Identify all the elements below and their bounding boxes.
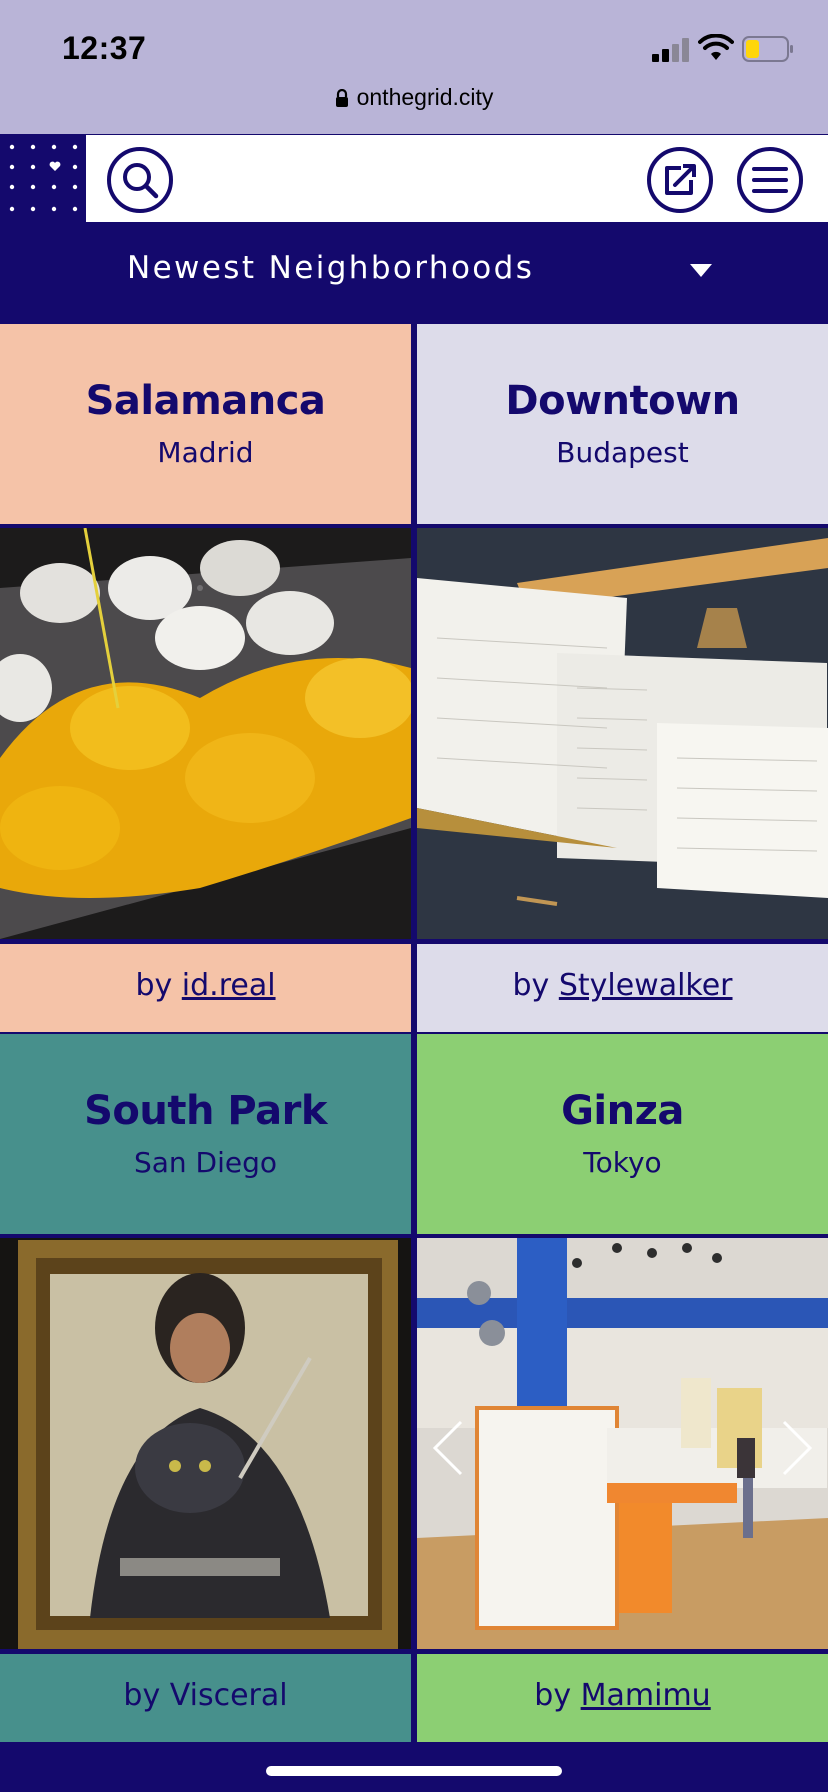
by-prefix: by: [512, 968, 559, 1003]
city-name: Madrid: [157, 436, 254, 469]
author-credit: by Stylewalker: [417, 944, 828, 1032]
neighborhood-grid: Salamanca Madrid by id.real Downtown Bud…: [0, 318, 828, 1752]
caret-down-icon: [690, 264, 712, 277]
notebooks-photo[interactable]: [417, 528, 828, 939]
chevron-left-icon[interactable]: [429, 1418, 465, 1478]
author-link[interactable]: Stylewalker: [559, 968, 733, 1003]
home-indicator[interactable]: [266, 1766, 562, 1776]
dotted-grid-heart-icon[interactable]: [0, 135, 86, 223]
site-header: [0, 134, 828, 223]
neighborhood-card-ginza[interactable]: Ginza Tokyo by Mamimu: [417, 1034, 828, 1742]
dessert-photo[interactable]: [0, 528, 411, 939]
neighborhood-name: Downtown: [505, 378, 740, 424]
search-button[interactable]: [107, 147, 173, 213]
neighborhood-card-downtown[interactable]: Downtown Budapest by Stylewalker: [417, 324, 828, 1032]
filter-label: Newest Neighborhoods: [127, 250, 535, 286]
status-bar: 12:37 onthegrid.city: [0, 0, 828, 134]
card-title-block[interactable]: South Park San Diego: [0, 1034, 411, 1234]
city-name: Tokyo: [583, 1146, 662, 1179]
neighborhood-card-salamanca[interactable]: Salamanca Madrid by id.real: [0, 324, 411, 1032]
hamburger-menu-icon: [752, 167, 788, 193]
wifi-icon: [698, 34, 734, 60]
card-title-block[interactable]: Downtown Budapest: [417, 324, 828, 524]
neighborhood-name: Salamanca: [85, 378, 326, 424]
battery-icon: [742, 36, 793, 62]
author-credit: by id.real: [0, 944, 411, 1032]
neighborhood-card-south-park[interactable]: South Park San Diego by Visceral: [0, 1034, 411, 1742]
share-icon: [665, 164, 696, 195]
author-link[interactable]: id.real: [182, 968, 276, 1003]
exhibition-photo[interactable]: [417, 1238, 828, 1649]
neighborhood-name: Ginza: [561, 1088, 684, 1134]
author-credit: by Visceral: [0, 1654, 411, 1742]
framed-painting-photo[interactable]: [0, 1238, 411, 1649]
chevron-right-icon[interactable]: [780, 1418, 816, 1478]
share-button[interactable]: [647, 147, 713, 213]
status-time: 12:37: [62, 30, 147, 66]
author-link[interactable]: Mamimu: [581, 1678, 711, 1713]
neighborhood-filter-dropdown[interactable]: Newest Neighborhoods: [0, 222, 828, 318]
search-icon: [123, 163, 159, 199]
city-name: Budapest: [556, 436, 689, 469]
menu-button[interactable]: [737, 147, 803, 213]
author-credit: by Mamimu: [417, 1654, 828, 1742]
lock-icon: [335, 89, 348, 107]
url-text: onthegrid.city: [356, 84, 494, 110]
neighborhood-name: South Park: [84, 1088, 327, 1134]
by-prefix: by: [135, 968, 182, 1003]
card-title-block[interactable]: Ginza Tokyo: [417, 1034, 828, 1234]
city-name: San Diego: [133, 1146, 278, 1179]
cellular-signal-icon: [652, 38, 690, 62]
by-prefix: by: [534, 1678, 581, 1713]
card-title-block[interactable]: Salamanca Madrid: [0, 324, 411, 524]
address-bar[interactable]: onthegrid.city: [0, 84, 828, 111]
by-prefix: by: [123, 1678, 170, 1713]
author-name: Visceral: [169, 1678, 288, 1713]
